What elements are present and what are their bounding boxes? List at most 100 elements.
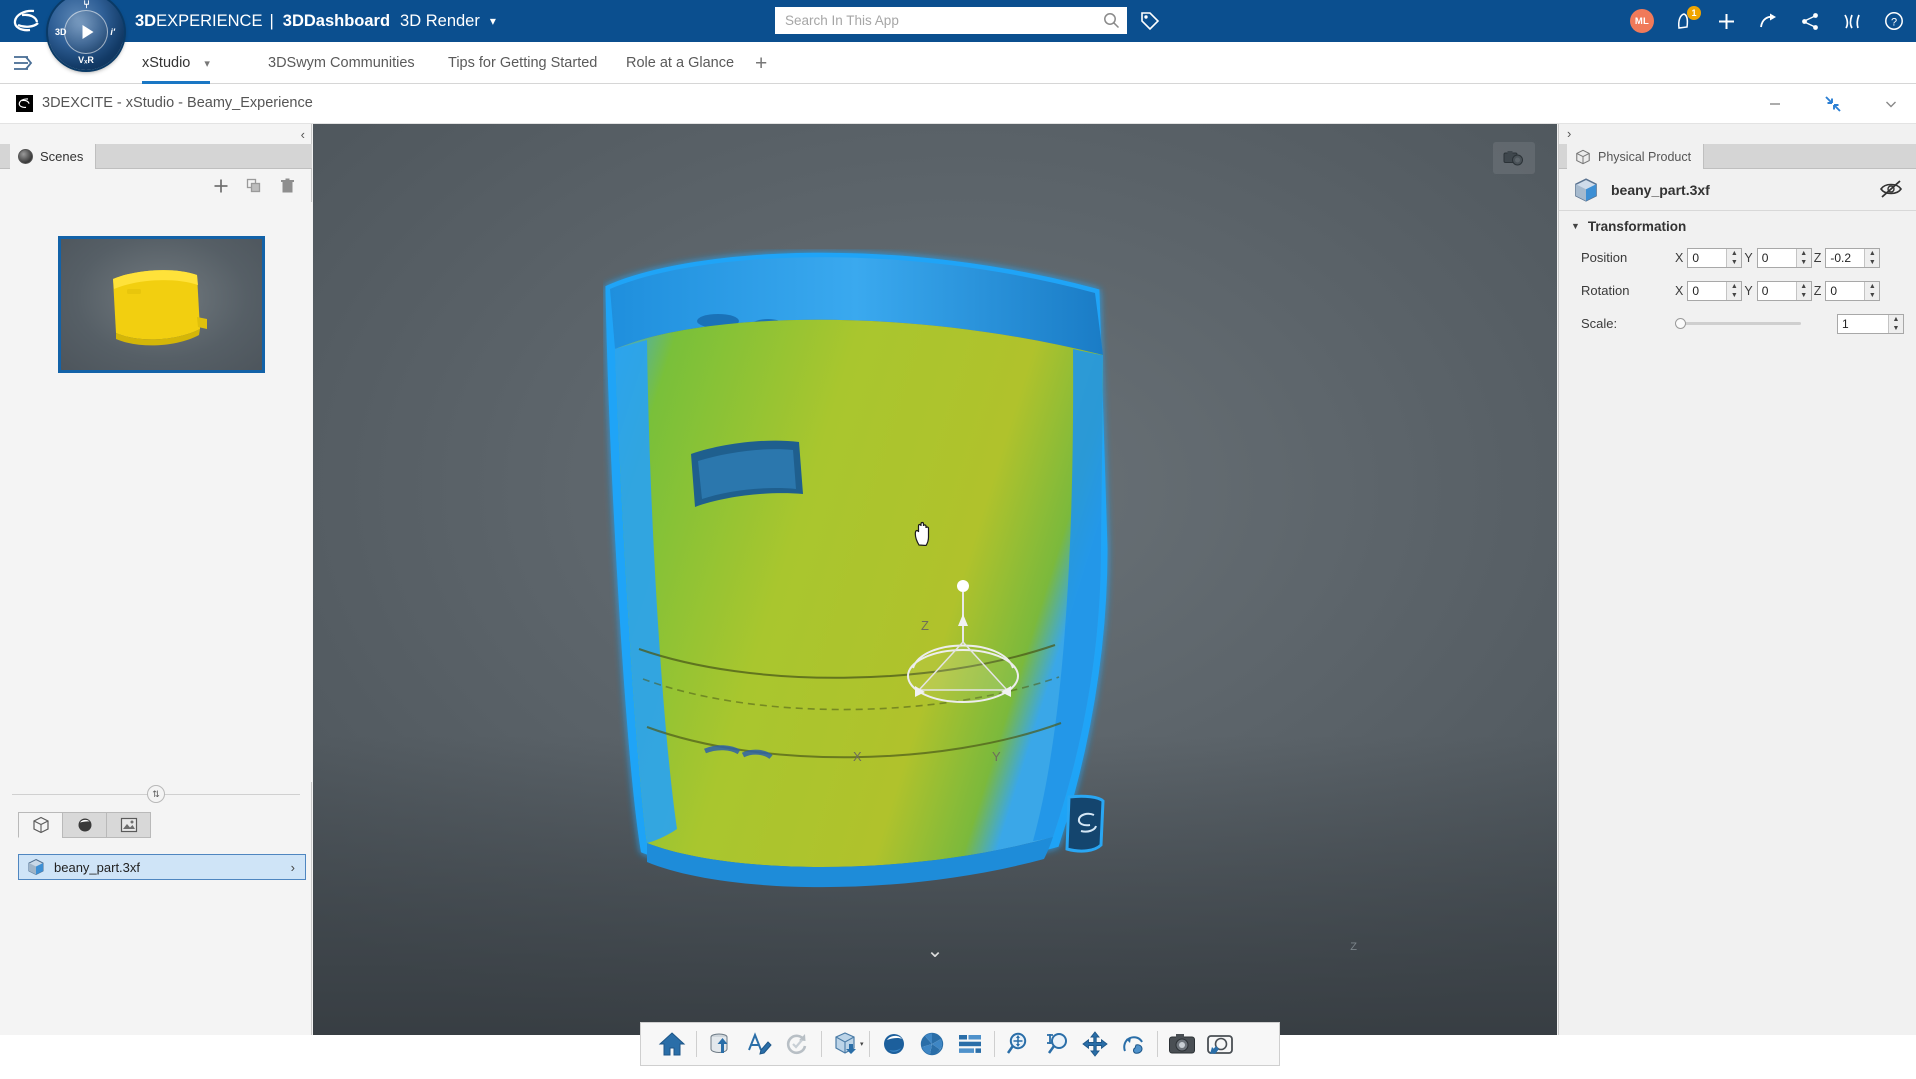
rotate-icon[interactable] — [1114, 1025, 1152, 1063]
share-arrow-icon[interactable] — [1756, 9, 1780, 33]
dassault-logo-icon[interactable] — [6, 4, 48, 38]
transform-gizmo[interactable] — [873, 564, 1053, 744]
search-icon[interactable] — [1095, 12, 1127, 29]
spin-up-icon[interactable]: ▲ — [1889, 315, 1903, 324]
transformation-title-label: Transformation — [1588, 219, 1686, 234]
compass-3ds-icon[interactable] — [1840, 9, 1864, 33]
minimize-button[interactable] — [1764, 93, 1786, 115]
position-z-stepper[interactable]: ▲▼ — [1825, 248, 1880, 268]
tab-materials[interactable] — [62, 812, 107, 838]
pan-move-icon[interactable] — [1076, 1025, 1114, 1063]
scale-value-input[interactable] — [1838, 315, 1888, 333]
tab-scenes[interactable]: Scenes — [10, 144, 96, 169]
add-icon[interactable] — [1714, 9, 1738, 33]
tab-physical-product[interactable]: Physical Product — [1567, 144, 1704, 169]
rotation-y-spin-buttons[interactable]: ▲▼ — [1796, 282, 1811, 300]
window-options-chevron-down-icon[interactable] — [1880, 93, 1902, 115]
home-icon[interactable] — [653, 1025, 691, 1063]
position-z-spin-buttons[interactable]: ▲▼ — [1864, 249, 1879, 267]
position-y-spin-buttons[interactable]: ▲▼ — [1796, 249, 1811, 267]
left-panel-collapse-icon[interactable]: ‹ — [301, 127, 305, 142]
database-save-icon[interactable] — [702, 1025, 740, 1063]
position-x-spin-buttons[interactable]: ▲▼ — [1726, 249, 1741, 267]
camera-view-icon[interactable] — [1201, 1025, 1239, 1063]
aperture-lighting-icon[interactable] — [913, 1025, 951, 1063]
spin-down-icon[interactable]: ▼ — [1727, 291, 1741, 300]
3d-viewport[interactable]: Z X Y ⌄ Z — [313, 124, 1557, 1035]
section-collapse-triangle-icon[interactable]: ▼ — [1571, 221, 1580, 231]
notification-bell-icon[interactable]: 1 — [1672, 9, 1696, 33]
rotation-x-input[interactable] — [1688, 282, 1726, 300]
splitter-grip-icon[interactable]: ⇅ — [147, 785, 165, 803]
position-y-input[interactable] — [1758, 249, 1796, 267]
help-icon[interactable]: ? — [1882, 9, 1906, 33]
tab-products[interactable] — [18, 812, 63, 838]
gizmo-label-x: X — [853, 749, 862, 764]
scale-slider-knob[interactable] — [1675, 318, 1686, 329]
transformation-title[interactable]: ▼ Transformation — [1559, 211, 1916, 241]
refresh-update-icon[interactable] — [778, 1025, 816, 1063]
rotation-z-input[interactable] — [1826, 282, 1864, 300]
rotation-y-stepper[interactable]: ▲▼ — [1757, 281, 1812, 301]
spin-up-icon[interactable]: ▲ — [1727, 282, 1741, 291]
position-y-stepper[interactable]: ▲▼ — [1757, 248, 1812, 268]
right-panel-expand-icon[interactable]: › — [1567, 126, 1571, 141]
spin-down-icon[interactable]: ▼ — [1727, 258, 1741, 267]
scene-thumbnail[interactable] — [58, 236, 265, 373]
tree-item-chevron-right-icon[interactable]: › — [291, 860, 295, 875]
tab-images[interactable] — [106, 812, 151, 838]
restore-button[interactable] — [1822, 93, 1844, 115]
tab-3dswym-communities[interactable]: 3DSwym Communities — [268, 42, 415, 84]
annotate-text-icon[interactable] — [740, 1025, 778, 1063]
spin-down-icon[interactable]: ▼ — [1865, 291, 1879, 300]
export-3d-dropdown-caret-icon[interactable]: ▾ — [860, 1040, 864, 1048]
social-share-icon[interactable] — [1798, 9, 1822, 33]
rotation-x-stepper[interactable]: ▲▼ — [1687, 281, 1742, 301]
spin-up-icon[interactable]: ▲ — [1797, 282, 1811, 291]
spin-down-icon[interactable]: ▼ — [1797, 291, 1811, 300]
zoom-icon[interactable] — [1038, 1025, 1076, 1063]
viewport-collapse-chevron-icon[interactable]: ⌄ — [927, 938, 944, 963]
position-x-stepper[interactable]: ▲▼ — [1687, 248, 1742, 268]
scale-spin-buttons[interactable]: ▲▼ — [1888, 315, 1903, 333]
rotation-z-spin-buttons[interactable]: ▲▼ — [1864, 282, 1879, 300]
spin-up-icon[interactable]: ▲ — [1797, 249, 1811, 258]
spin-down-icon[interactable]: ▼ — [1865, 258, 1879, 267]
rotation-z-stepper[interactable]: ▲▼ — [1825, 281, 1880, 301]
rotation-x-spin-buttons[interactable]: ▲▼ — [1726, 282, 1741, 300]
duplicate-scene-icon[interactable] — [244, 176, 264, 196]
rotation-y-input[interactable] — [1758, 282, 1796, 300]
material-sphere-icon[interactable] — [875, 1025, 913, 1063]
add-scene-icon[interactable] — [211, 176, 231, 196]
spin-up-icon[interactable]: ▲ — [1727, 249, 1741, 258]
position-z-input[interactable] — [1826, 249, 1864, 267]
tree-item-beany-part[interactable]: beany_part.3xf › — [18, 854, 306, 880]
eye-hidden-icon[interactable] — [1879, 179, 1901, 201]
tab-tips-for-getting-started[interactable]: Tips for Getting Started — [448, 42, 597, 84]
tag-icon[interactable] — [1137, 8, 1163, 34]
delete-scene-icon[interactable] — [277, 176, 297, 196]
scale-slider[interactable] — [1679, 322, 1801, 325]
hamburger-menu-icon[interactable] — [10, 51, 36, 75]
position-x-input[interactable] — [1688, 249, 1726, 267]
spin-up-icon[interactable]: ▲ — [1865, 249, 1879, 258]
camera-icon[interactable] — [1163, 1025, 1201, 1063]
avatar[interactable]: ML — [1630, 9, 1654, 33]
toolbar-separator — [994, 1031, 995, 1057]
search-input[interactable] — [775, 7, 1095, 34]
viewport-camera-snapshot-button[interactable] — [1493, 142, 1535, 174]
tab-xstudio-chevron-down-icon[interactable]: ▾ — [204, 57, 210, 70]
tab-role-at-a-glance[interactable]: Role at a Glance — [626, 42, 734, 84]
spin-up-icon[interactable]: ▲ — [1865, 282, 1879, 291]
zoom-fit-icon[interactable] — [1000, 1025, 1038, 1063]
add-tab-button[interactable]: + — [755, 52, 767, 76]
spin-down-icon[interactable]: ▼ — [1797, 258, 1811, 267]
search-box[interactable] — [775, 7, 1127, 34]
left-panel-splitter[interactable]: ⇅ — [0, 784, 312, 804]
position-label: Position — [1581, 250, 1673, 265]
tab-xstudio[interactable]: xStudio ▾ — [142, 42, 210, 84]
scale-value-stepper[interactable]: ▲▼ — [1837, 314, 1904, 334]
spin-down-icon[interactable]: ▼ — [1889, 324, 1903, 333]
app-name-chevron-down-icon[interactable]: ▾ — [490, 14, 496, 28]
layers-list-icon[interactable] — [951, 1025, 989, 1063]
